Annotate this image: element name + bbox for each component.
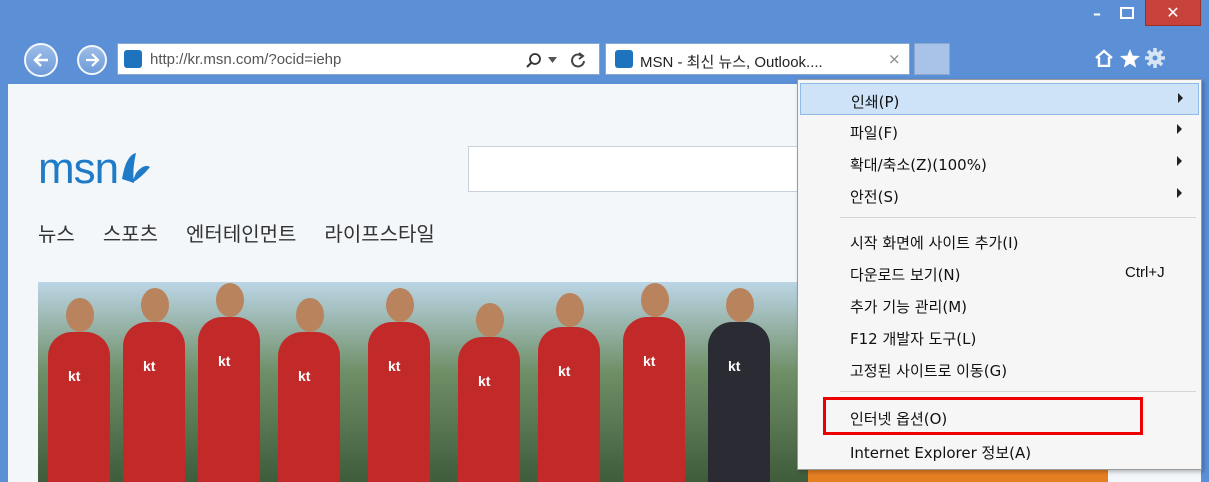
player-figure: kt (48, 298, 110, 482)
submenu-arrow-icon (1177, 188, 1182, 198)
submenu-arrow-icon (1177, 156, 1182, 166)
menu-item-file[interactable]: 파일(F) (800, 115, 1199, 147)
back-button[interactable] (24, 43, 58, 77)
tab-msn[interactable]: MSN - 최신 뉴스, Outlook.... × (605, 43, 910, 75)
player-figure: kt (458, 303, 520, 482)
maximize-icon (1120, 7, 1134, 19)
minimize-button[interactable]: – (1083, 0, 1111, 26)
player-figure: kt (708, 288, 770, 482)
nav-link-entertainment[interactable]: 엔터테인먼트 (186, 218, 296, 247)
player-figure: kt (278, 298, 340, 482)
new-tab-button[interactable] (914, 43, 950, 75)
favicon-msn-icon (615, 50, 633, 68)
home-button[interactable] (1091, 43, 1117, 73)
menu-separator (840, 391, 1196, 392)
search-icon[interactable] (526, 52, 542, 68)
menu-item-pinned-sites[interactable]: 고정된 사이트로 이동(G) (800, 353, 1199, 385)
shortcut-label: Ctrl+J (1125, 264, 1165, 281)
address-bar[interactable]: http://kr.msn.com/?ocid=iehp (117, 43, 600, 75)
address-url[interactable]: http://kr.msn.com/?ocid=iehp (150, 51, 341, 68)
player-figure: kt (538, 293, 600, 482)
back-arrow-icon (33, 53, 48, 67)
maximize-button[interactable] (1112, 0, 1142, 26)
menu-item-f12-devtools[interactable]: F12 개발자 도구(L) (800, 321, 1199, 353)
player-figure: kt (623, 283, 685, 482)
forward-button[interactable] (77, 45, 107, 75)
favicon-msn-icon (124, 50, 142, 68)
highlight-outline (823, 397, 1143, 435)
butterfly-icon (122, 153, 151, 183)
menu-item-add-site-to-start[interactable]: 시작 화면에 사이트 추가(I) (800, 225, 1199, 257)
favorites-button[interactable] (1117, 43, 1143, 73)
msn-logo[interactable]: msn (38, 144, 152, 194)
menu-item-about-ie[interactable]: Internet Explorer 정보(A) (800, 435, 1199, 467)
player-figure: kt (198, 283, 260, 482)
home-icon (1095, 49, 1113, 67)
promo-banner[interactable] (808, 469, 1108, 482)
nav-link-lifestyle[interactable]: 라이프스타일 (324, 218, 434, 247)
favorites-star-icon (1120, 49, 1140, 68)
search-input[interactable] (468, 146, 818, 192)
menu-item-zoom[interactable]: 확대/축소(Z)(100%) (800, 147, 1199, 179)
close-window-button[interactable]: ✕ (1145, 0, 1201, 26)
minimize-icon: – (1093, 3, 1101, 23)
player-figure: kt (123, 288, 185, 482)
menu-item-manage-addons[interactable]: 추가 기능 관리(M) (800, 289, 1199, 321)
menu-item-safety[interactable]: 안전(S) (800, 179, 1199, 211)
menu-item-print[interactable]: 인쇄(P) (800, 83, 1199, 115)
site-nav: 뉴스 스포츠 엔터테인먼트 라이프스타일 (38, 218, 435, 247)
refresh-icon[interactable] (570, 51, 586, 69)
tab-title: MSN - 최신 뉴스, Outlook.... (640, 54, 823, 71)
close-icon: ✕ (1166, 3, 1180, 22)
menu-item-view-downloads[interactable]: 다운로드 보기(N) Ctrl+J (800, 257, 1199, 289)
submenu-arrow-icon (1178, 93, 1183, 103)
logo-text: msn (38, 144, 119, 193)
menu-separator (840, 217, 1196, 218)
dropdown-icon[interactable] (548, 57, 557, 63)
hero-photo[interactable]: kt kt kt kt kt kt kt kt kt (38, 282, 818, 482)
player-figure: kt (368, 288, 430, 482)
tools-gear-icon (1145, 48, 1165, 68)
forward-arrow-icon (86, 53, 100, 67)
submenu-arrow-icon (1177, 124, 1182, 134)
tools-button[interactable] (1142, 43, 1168, 73)
tab-close-button[interactable]: × (888, 50, 901, 68)
nav-link-news[interactable]: 뉴스 (38, 218, 75, 247)
nav-link-sports[interactable]: 스포츠 (103, 218, 158, 247)
